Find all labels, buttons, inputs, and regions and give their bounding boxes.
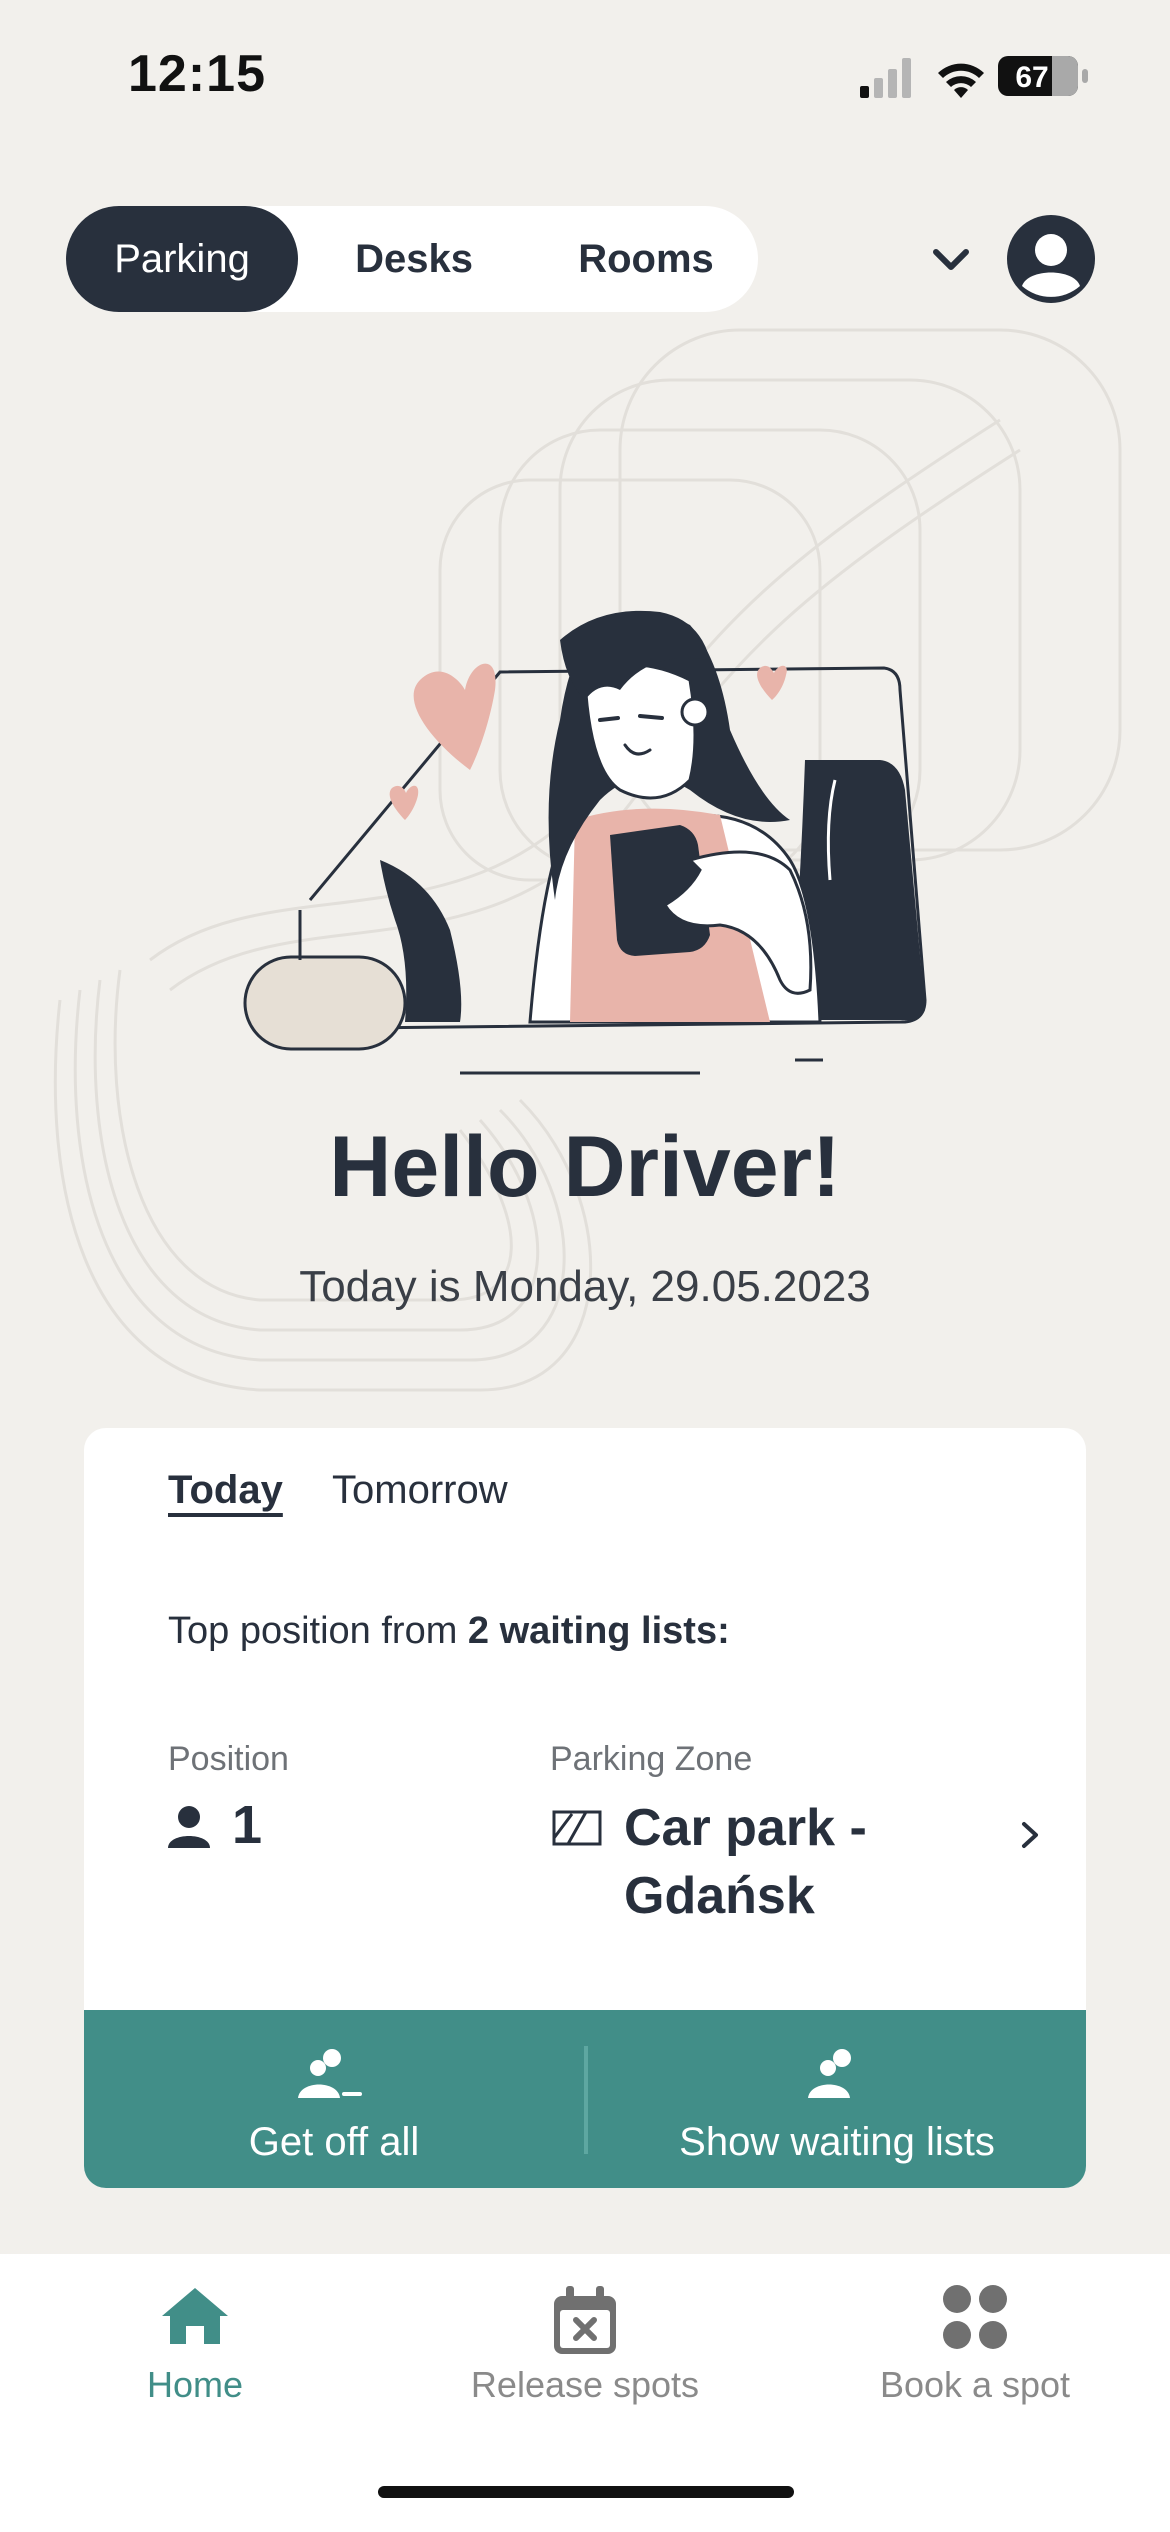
- calendar-x-icon: [554, 2286, 616, 2354]
- status-icons: 67: [860, 56, 1088, 98]
- resource-type-segmented-control: Parking Desks Rooms: [66, 206, 758, 312]
- battery-level: 67: [1015, 61, 1048, 94]
- tab-rooms[interactable]: Rooms: [546, 206, 746, 312]
- tab-desks[interactable]: Desks: [334, 206, 494, 312]
- user-avatar-icon[interactable]: [1006, 214, 1096, 304]
- grid-dots-icon: [943, 2285, 1007, 2349]
- person-icon: [168, 1806, 210, 1848]
- parking-zone-label: Parking Zone: [550, 1740, 753, 1778]
- driver-illustration: [53, 328, 1122, 1392]
- nav-book-a-spot-label: Book a spot: [879, 2364, 1071, 2405]
- queue-people-icon[interactable]: [802, 2046, 862, 2102]
- nav-release-spots-label: Release spots: [470, 2364, 700, 2405]
- waiting-list-card: Today Tomorrow Top position from 2 waiti…: [84, 1428, 1086, 2188]
- position-label: Position: [168, 1740, 289, 1778]
- leave-queue-icon[interactable]: [294, 2046, 364, 2102]
- top-position-text: Top position from 2 waiting lists:: [168, 1610, 730, 1653]
- map-zone-icon: [552, 1810, 602, 1846]
- wifi-icon: [938, 63, 984, 98]
- nav-home-label: Home: [146, 2364, 244, 2405]
- tab-tomorrow[interactable]: Tomorrow: [332, 1468, 508, 1513]
- chevron-right-icon[interactable]: [1016, 1820, 1044, 1850]
- waiting-lists-count: 2 waiting lists:: [467, 1610, 730, 1652]
- today-date-text: Today is Monday, 29.05.2023: [299, 1262, 871, 1311]
- card-action-bar: Get off all Show waiting lists: [84, 2010, 1086, 2188]
- show-waiting-lists-button[interactable]: Show waiting lists: [588, 2120, 1086, 2165]
- home-icon: [162, 2288, 228, 2344]
- position-value: 1: [232, 1795, 263, 1855]
- get-off-all-button[interactable]: Get off all: [84, 2120, 584, 2165]
- battery-icon: 67: [998, 56, 1088, 96]
- top-position-prefix: Top position from: [168, 1610, 468, 1652]
- chevron-down-icon[interactable]: [928, 236, 974, 282]
- signal-icon: [860, 58, 911, 98]
- home-indicator[interactable]: [378, 2486, 794, 2498]
- tab-today[interactable]: Today: [168, 1468, 283, 1513]
- status-time: 12:15: [128, 45, 266, 103]
- parking-zone-value[interactable]: Car park - Gdańsk: [624, 1794, 944, 1930]
- greeting-title: Hello Driver!: [329, 1119, 841, 1215]
- tab-parking[interactable]: Parking: [66, 206, 298, 312]
